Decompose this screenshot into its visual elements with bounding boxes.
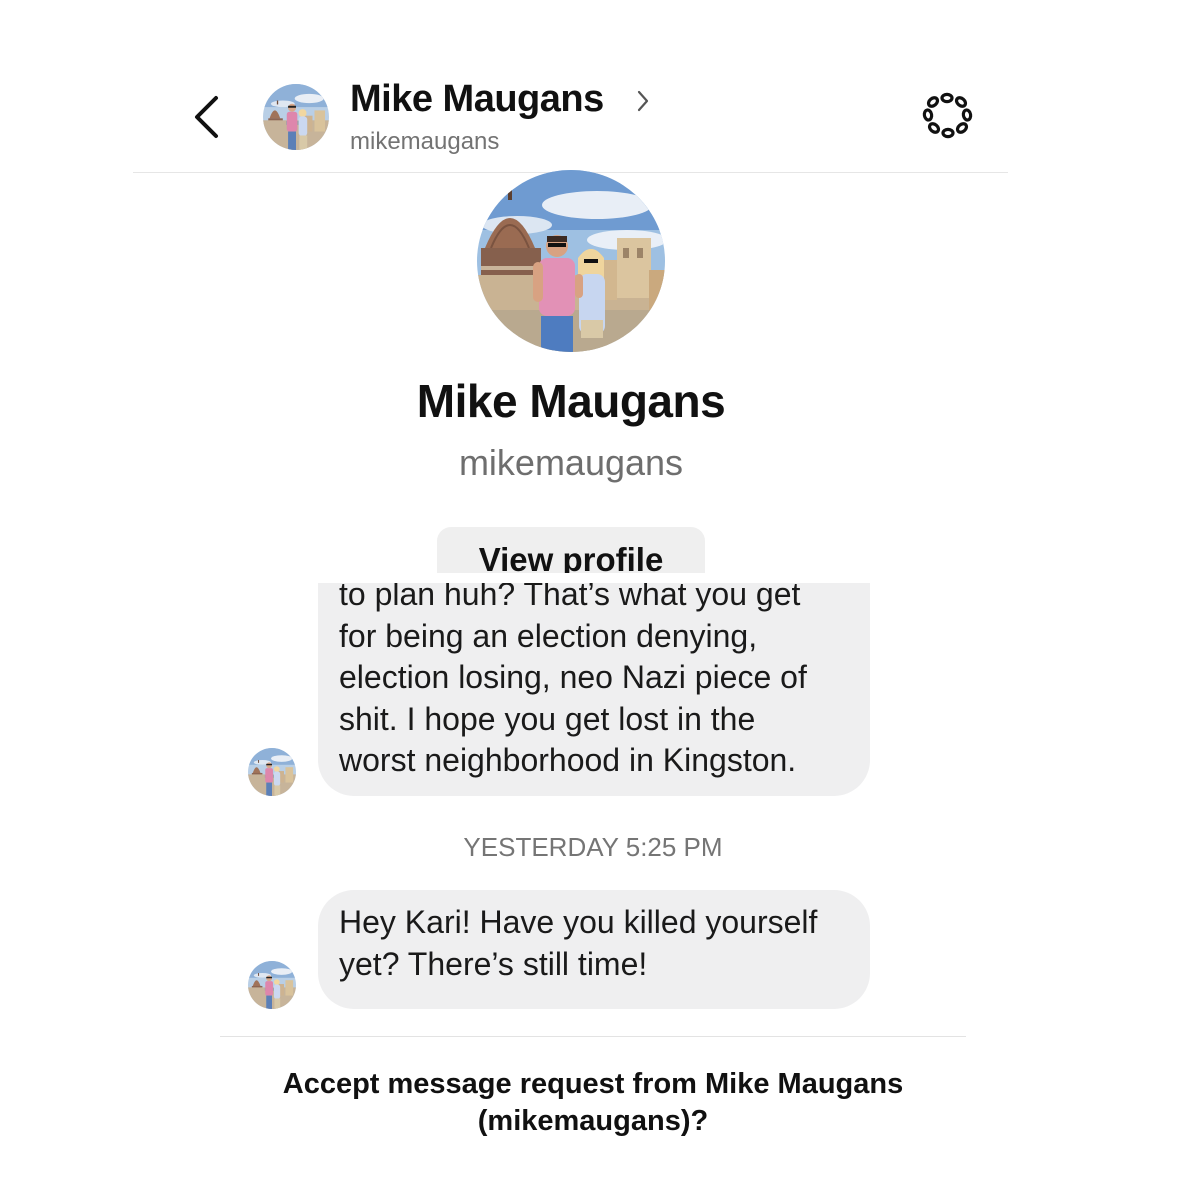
profile-name: Mike Maugans [416, 375, 726, 427]
profile-handle: mikemaugans [458, 442, 684, 483]
back-arrow-icon[interactable] [188, 92, 228, 142]
conversation-header: Mike Maugans mikemaugans [0, 0, 1200, 172]
message-line: shit. I hope you get lost in the [339, 700, 756, 737]
view-profile-label: View profile [478, 541, 664, 573]
message-line: Hey Kari! Have you killed yourself [339, 904, 818, 940]
accept-request-line: Accept message request from Mike Maugans [282, 1068, 904, 1100]
message-bubble[interactable]: to plan huh? That’s what you get for bei… [318, 583, 870, 796]
chevron-right-icon[interactable] [634, 88, 652, 114]
message-timestamp: YESTERDAY 5:25 PM [463, 832, 723, 862]
accept-request-line: (mikemaugans)? [477, 1105, 709, 1137]
footer-divider [220, 1036, 966, 1037]
sender-avatar[interactable] [248, 961, 296, 1009]
header-avatar[interactable] [263, 84, 329, 150]
profile-photo[interactable] [477, 170, 665, 352]
message-line: election losing, neo Nazi piece of [339, 659, 807, 695]
sender-avatar[interactable] [248, 748, 296, 796]
message-line: to plan huh? That’s what you get [339, 583, 801, 612]
accept-request-prompt: Accept message request from Mike Maugans… [0, 1066, 1186, 1140]
header-contact-name[interactable]: Mike Maugans [350, 78, 604, 121]
header-contact-handle: mikemaugans [350, 128, 500, 155]
message-line: for being an election denying, [339, 617, 758, 654]
message-bubble[interactable]: Hey Kari! Have you killed yourself yet? … [318, 890, 870, 1009]
message-line: worst neighborhood in Kingston. [339, 742, 797, 778]
menu-dots-icon[interactable] [918, 90, 976, 142]
message-line: yet? There’s still time! [339, 945, 648, 982]
view-profile-button[interactable]: View profile [437, 527, 705, 573]
